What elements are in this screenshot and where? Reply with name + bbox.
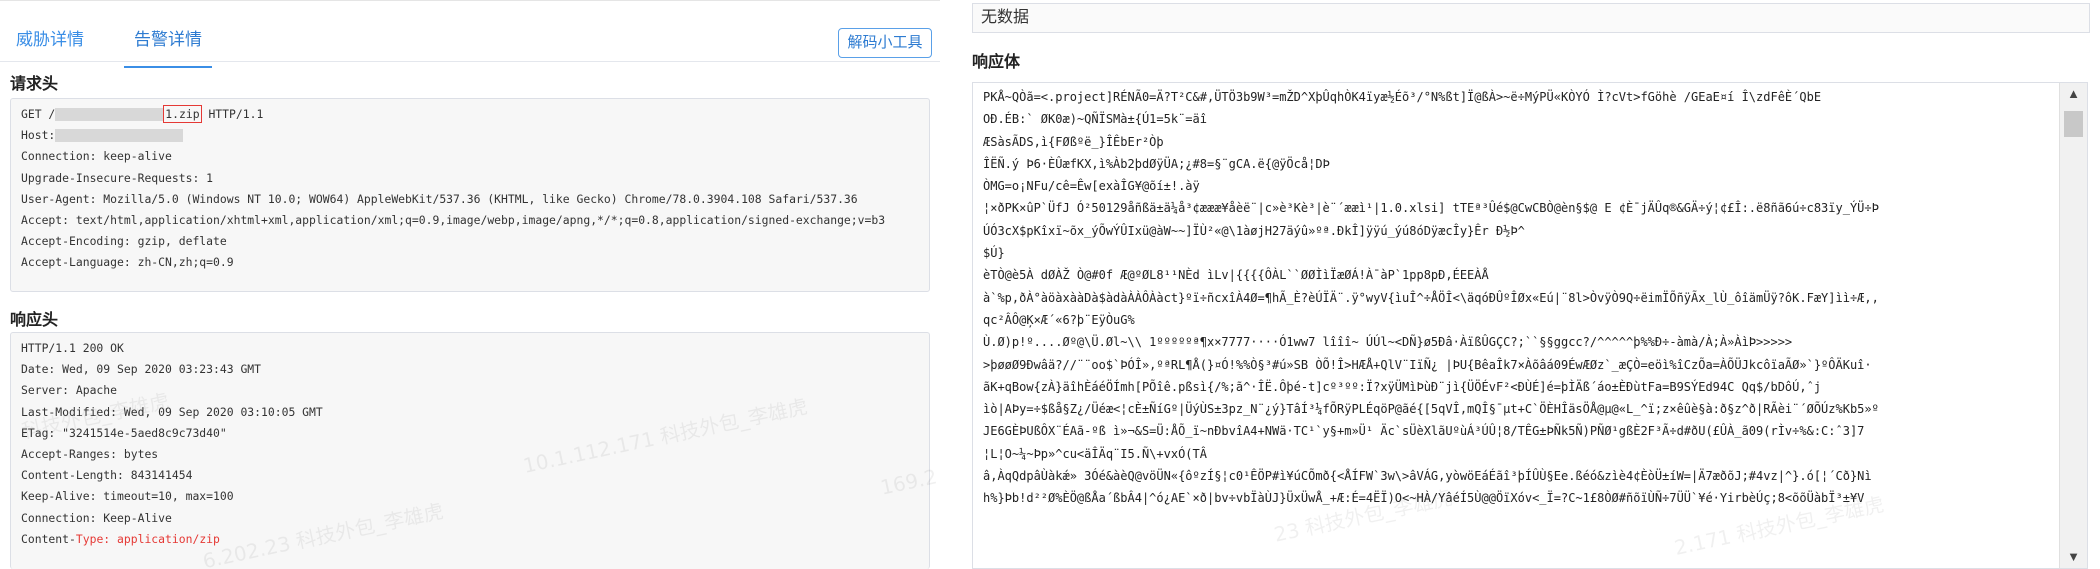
host-line: Host: <box>21 125 919 146</box>
scroll-down-icon[interactable]: ▼ <box>2060 546 2087 568</box>
request-line: GET / 1.zip HTTP/1.1 <box>21 104 919 125</box>
left-panel: 威胁详情 告警详情 解码小工具 请求头 GET / 1.zip HTTP/1.1 … <box>0 0 940 569</box>
content-type-label: Content- <box>21 531 76 546</box>
decode-tool-button[interactable]: 解码小工具 <box>838 28 932 58</box>
highlighted-filename: 1.zip <box>163 105 202 123</box>
request-header-line: Accept-Language: zh-CN,zh;q=0.9 <box>21 255 234 270</box>
redacted-host <box>55 129 184 143</box>
host-label: Host: <box>21 128 56 143</box>
response-body-line: >þøøØ9Ðwâä?//¨¨oo$`ÞÓÎ»,ºªRL¶Å(}¤Ó!%%Ò§³… <box>983 357 1872 372</box>
request-header-line: User-Agent: Mozilla/5.0 (Windows NT 10.0… <box>21 191 858 206</box>
response-header-line: Server: Apache <box>21 383 118 398</box>
request-protocol: HTTP/1.1 <box>201 107 264 121</box>
scrollbar-thumb[interactable] <box>2064 111 2083 137</box>
request-body-field: 无数据 <box>972 3 2090 33</box>
right-panel: 无数据 响应体 PKÅ~QÒã=<.project]RÉNÃ0=Ä?T²C&#,… <box>972 0 2100 569</box>
response-header-line: Accept-Ranges: bytes <box>21 446 159 461</box>
response-body-line: â,ÀqQdpâÙàkǽ» 3Óé&àèQ@vöÜN«{ôºzÍ§¦c0¹ÊÖP… <box>983 469 1872 484</box>
tab-alert-details[interactable]: 告警详情 <box>124 28 212 68</box>
request-header-box: GET / 1.zip HTTP/1.1 Host: Connection: ke… <box>10 98 930 292</box>
content-type-line: Content-Type: application/zip <box>21 529 919 550</box>
top-divider <box>0 0 940 1</box>
response-header-line: Date: Wed, 09 Sep 2020 03:23:43 GMT <box>21 362 262 377</box>
response-body-line: OÐ.ÉB:` ØK0æ)~QÑÏSMà±{Ú1=5k¨=äî <box>983 112 1207 127</box>
response-body-line: ÚÓ3cX$pKîxï~õx_ýÕwÝÛIxü@àW~~]ÏÙ²«@\1àøjH… <box>983 223 1525 238</box>
response-header-line: HTTP/1.1 200 OK <box>21 341 124 355</box>
response-body-line: ÎËÑ.ý Þ6·ÈÛæfKX,ì%Àb2þdØÿÜA;¿#8=§¨gCA.ë{… <box>983 156 1330 171</box>
response-body-line: h%}Þb!d²²Ø%ÈÖ@ßÅa´ßbÂ4|^ó¿AE`×ð|bv÷vbÏàÙ… <box>983 491 1865 506</box>
request-header-title: 请求头 <box>10 76 59 93</box>
vertical-scrollbar[interactable]: ▲ ▼ <box>2059 83 2087 568</box>
response-body-line: ¦×ðPK×ûP`ÜfJ Ó²50129åñßä±ä¼å³¢æææ¥åèë¨|c… <box>983 201 1879 216</box>
response-body-text: PKÅ~QÒã=<.project]RÉNÃ0=Ä?T²C&#,ÜTÖ3b9W³… <box>983 86 2047 510</box>
response-body-line: JE6GÈÞUßÔX¨ÉAã-ºß ì»¬&S=Ü:ÅÕ_ï~nÐbvîA4+N… <box>983 424 1865 439</box>
response-body-line: ìò|AÞy=÷$ßå§Z¿/Üéæ<¦cÈ±ÑíGº|ÜýÙS±3pz_N¨¿… <box>983 402 1879 417</box>
request-method: GET / <box>21 107 56 121</box>
request-header-line: Accept-Encoding: gzip, deflate <box>21 234 227 249</box>
response-body-line: ¦L¦O~¼~Þp»^cu<äÎÄq¨I5.Ñ\+vxÓ(TÂ <box>983 446 1207 461</box>
response-header-line: Content-Length: 843141454 <box>21 468 193 483</box>
response-body-line: qc²ÂÔ@Ķ×Æ´«6?þ¨EÿÒuG% <box>983 312 1135 327</box>
tab-threat-details[interactable]: 威胁详情 <box>14 28 86 60</box>
response-body-line: à`%p,ðÀ°àöàxààDà$àdàÀÀÔÀàct}ºï÷ñcxîÀ4Ø=¶… <box>983 290 1879 305</box>
content-type-value: Type: application/zip <box>75 531 220 546</box>
response-body-line: ÒMG=o¡NFu/cê=Êw[exàÎG¥@õí±!.àÿ <box>983 179 1200 194</box>
response-body-line: èTÒ@è5À dØÀŽ Ò@#0f Æ@ºØL8¹¹NÈd ìLv|{{{{Ô… <box>983 268 1489 283</box>
response-header-title: 响应头 <box>10 312 59 329</box>
response-header-line: Keep-Alive: timeout=10, max=100 <box>21 489 234 504</box>
request-header-line: Connection: keep-alive <box>21 149 172 164</box>
response-body-line: ÆSàsÃDS,ì{FØßºë_}ÎÊbEr²Òþ <box>983 134 1164 149</box>
response-header-line: Connection: Keep-Alive <box>21 510 172 525</box>
request-header-line: Upgrade-Insecure-Requests: 1 <box>21 170 214 185</box>
response-body-line: Ù.Ø)p!º....Øº@\Ü.Øl~\\ 1ºººººª¶x×7777···… <box>983 335 1793 350</box>
tabs-underline-rule <box>0 61 940 62</box>
response-body-title: 响应体 <box>972 54 1021 71</box>
detail-tabs: 威胁详情 告警详情 <box>14 28 212 68</box>
response-body-line: $Ú} <box>983 246 1005 261</box>
scroll-up-icon[interactable]: ▲ <box>2060 83 2087 105</box>
response-body-line: ãK+qBow{zÀ}äîhÈáéÖÍmh[PÕîê.pßsì{/%;ã^·ÎË… <box>983 379 1822 394</box>
response-header-line: ETag: "3241514e-5aed8c9c73d40" <box>21 425 227 440</box>
request-header-line: Accept: text/html,application/xhtml+xml,… <box>21 212 886 227</box>
response-header-line: Last-Modified: Wed, 09 Sep 2020 03:10:05… <box>21 404 323 419</box>
redacted-path <box>55 108 164 121</box>
response-header-box: HTTP/1.1 200 OK Date: Wed, 09 Sep 2020 0… <box>10 332 930 569</box>
response-body-box[interactable]: PKÅ~QÒã=<.project]RÉNÃ0=Ä?T²C&#,ÜTÖ3b9W³… <box>972 82 2088 569</box>
response-body-line: PKÅ~QÒã=<.project]RÉNÃ0=Ä?T²C&#,ÜTÖ3b9W³… <box>983 90 1822 104</box>
